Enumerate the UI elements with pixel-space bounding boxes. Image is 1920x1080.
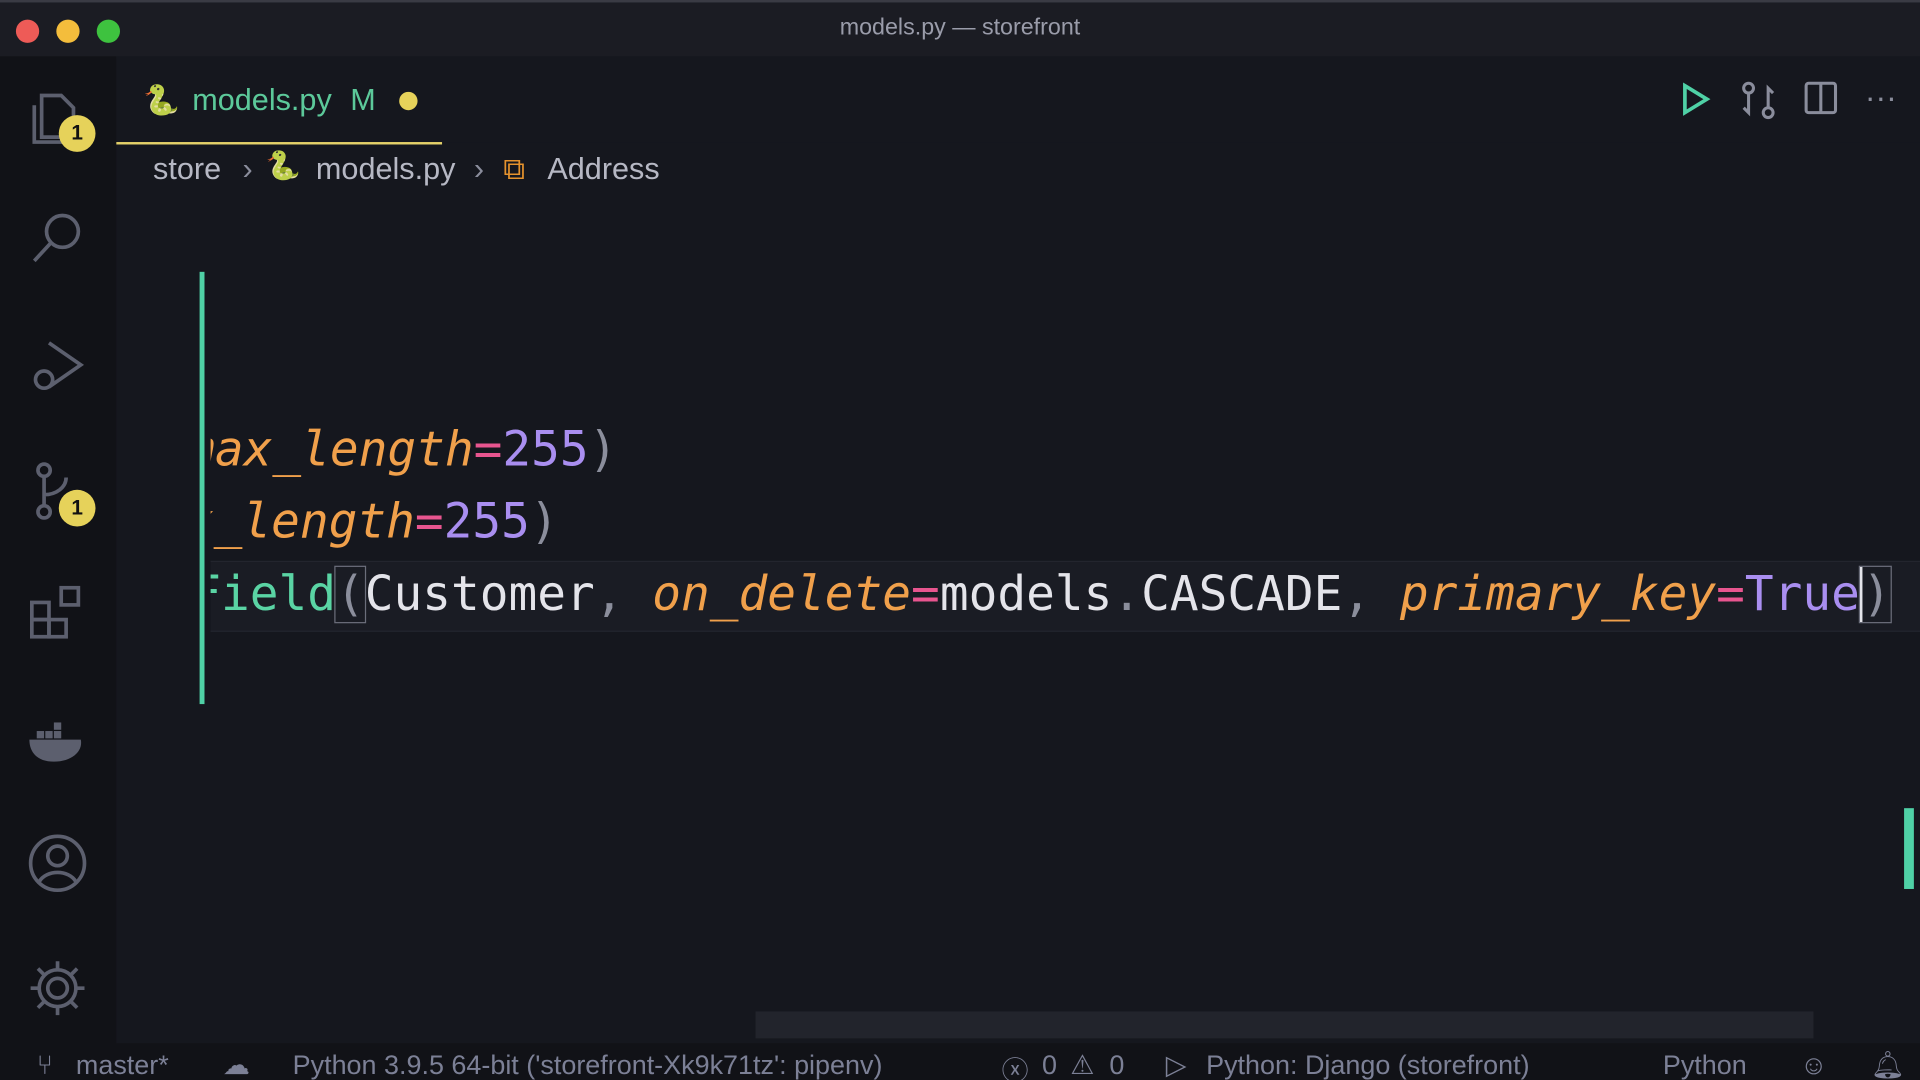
- git-added-gutter: [199, 271, 205, 705]
- code-editor[interactable]: max_length=255) x_length=255) Field(Cust…: [211, 245, 1920, 759]
- tab-modified-status: M: [350, 83, 376, 118]
- run-file-icon[interactable]: [1680, 81, 1712, 124]
- split-editor-icon[interactable]: [1804, 81, 1838, 121]
- title-bar: models.py — storefront: [0, 0, 1920, 59]
- tab-models-py[interactable]: 🐍 models.py M: [116, 56, 443, 145]
- error-count[interactable]: 0: [1042, 1049, 1057, 1080]
- run-debug-icon[interactable]: [24, 333, 90, 399]
- more-actions-icon[interactable]: ···: [1865, 78, 1897, 116]
- debug-configuration[interactable]: Python: Django (storefront): [1206, 1049, 1529, 1080]
- language-mode[interactable]: Python: [1663, 1049, 1747, 1080]
- branch-icon: ⑂: [36, 1049, 53, 1080]
- account-icon[interactable]: [24, 830, 90, 896]
- chevron-right-icon: ›: [473, 151, 485, 187]
- breadcrumb-address[interactable]: Address: [547, 152, 659, 188]
- breadcrumb-store[interactable]: store: [153, 152, 221, 188]
- vscode-window: models.py — storefront 1 1 🐍 models.py M…: [0, 0, 1920, 1080]
- tab-bar: 🐍 models.py M ···: [116, 56, 1920, 145]
- notifications-bell-icon[interactable]: 🔔︎: [1871, 1049, 1905, 1080]
- error-icon[interactable]: ⓧ: [1002, 1049, 1029, 1080]
- explorer-icon[interactable]: 1: [24, 83, 96, 152]
- tab-label: models.py: [192, 83, 332, 118]
- source-control-icon[interactable]: 1: [24, 458, 96, 527]
- source-control-badge: 1: [58, 489, 96, 527]
- sync-cloud-icon[interactable]: ☁: [223, 1049, 250, 1080]
- extensions-icon[interactable]: [24, 580, 90, 646]
- explorer-badge: 1: [58, 115, 96, 152]
- warning-icon[interactable]: ⚠: [1070, 1049, 1094, 1080]
- settings-gear-icon[interactable]: [24, 955, 90, 1021]
- class-symbol-icon: ⧉: [503, 151, 526, 187]
- horizontal-scrollbar[interactable]: [755, 1011, 1814, 1039]
- search-icon[interactable]: [24, 206, 90, 272]
- debug-config-icon: ▷: [1165, 1049, 1187, 1080]
- compare-changes-icon[interactable]: [1740, 81, 1777, 126]
- python-file-icon: 🐍: [265, 149, 301, 182]
- python-interpreter[interactable]: Python 3.9.5 64-bit ('storefront-Xk9k71t…: [293, 1049, 883, 1080]
- status-bar: ⑂ master* ☁ Python 3.9.5 64-bit ('storef…: [0, 1043, 1920, 1080]
- code-line-3: Field(Customer, on_delete=models.CASCADE…: [211, 565, 1893, 624]
- window-title: models.py — storefront: [839, 14, 1081, 41]
- python-file-icon: 🐍: [143, 84, 180, 118]
- git-branch[interactable]: master*: [76, 1049, 169, 1080]
- docker-icon[interactable]: [24, 708, 90, 774]
- activity-bar: 1 1: [0, 56, 117, 1044]
- breadcrumb-models-py[interactable]: models.py: [316, 152, 456, 188]
- unsaved-dot-icon[interactable]: [399, 91, 418, 111]
- overview-ruler-marker[interactable]: [1904, 808, 1914, 889]
- warning-count[interactable]: 0: [1109, 1049, 1124, 1080]
- chevron-right-icon: ›: [242, 151, 253, 187]
- feedback-icon[interactable]: ☺: [1800, 1049, 1828, 1080]
- code-line-1: max_length=255): [210, 422, 618, 478]
- code-line-2: x_length=255): [211, 494, 559, 550]
